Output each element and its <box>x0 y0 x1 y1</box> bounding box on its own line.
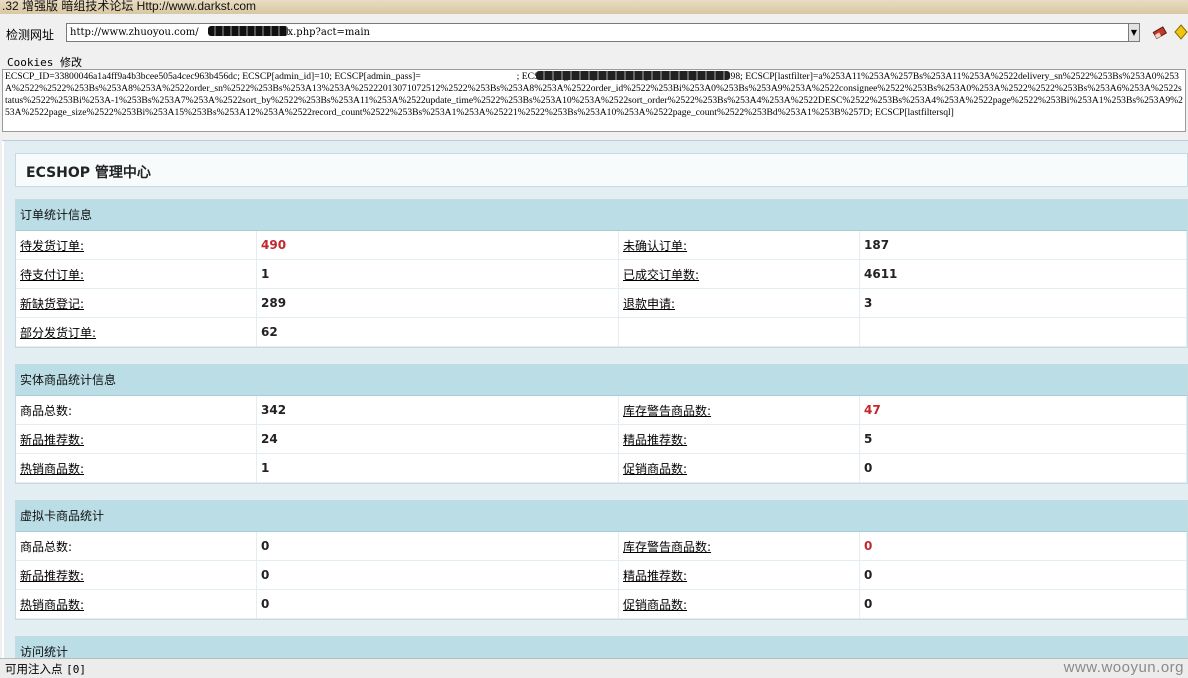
stat-value: 3 <box>859 288 1187 318</box>
stat-label-link[interactable]: 精品推荐数: <box>623 433 687 447</box>
watermark: www.wooyun.org <box>1063 659 1184 676</box>
table-row: 新缺货登记: 289 退款申请: 3 <box>16 288 1187 318</box>
stat-value: 342 <box>256 396 619 425</box>
stat-value: 0 <box>256 532 619 561</box>
stat-label-link[interactable]: 库存警告商品数: <box>623 404 711 418</box>
stat-value: 1 <box>256 453 619 483</box>
stat-value: 0 <box>859 589 1187 619</box>
stat-label-link[interactable]: 促销商品数: <box>623 598 687 612</box>
cookies-label: Cookies 修改 <box>7 56 82 69</box>
browser-view: ECSHOP 管理中心 订单统计信息 待发货订单: 490 未确认订单: 187… <box>2 140 1188 659</box>
stat-value: 289 <box>256 288 619 318</box>
stat-value: 47 <box>859 396 1187 425</box>
panel-heading: 订单统计信息 <box>16 200 1187 231</box>
stat-value: 0 <box>859 453 1187 483</box>
stat-value: 24 <box>256 424 619 454</box>
stat-value: 0 <box>256 560 619 590</box>
stat-label-link[interactable]: 库存警告商品数: <box>623 540 711 554</box>
stat-label-link[interactable]: 促销商品数: <box>623 462 687 476</box>
stat-label-link[interactable]: 精品推荐数: <box>623 569 687 583</box>
stat-label-link[interactable]: 未确认订单: <box>623 239 687 253</box>
injection-count: [0] <box>66 663 87 676</box>
stat-value: 62 <box>256 317 619 347</box>
panel-order-stats: 订单统计信息 待发货订单: 490 未确认订单: 187 待支付订单: 1 已成… <box>15 199 1188 348</box>
order-stats-table: 待发货订单: 490 未确认订单: 187 待支付订单: 1 已成交订单数: 4… <box>16 231 1187 347</box>
empty-cell <box>618 317 860 347</box>
url-dropdown-button[interactable]: ▼ <box>1128 23 1140 42</box>
injection-status: 可用注入点 [0] <box>5 661 86 677</box>
stat-value: 187 <box>859 231 1187 260</box>
table-row: 热销商品数: 0 促销商品数: 0 <box>16 589 1187 619</box>
injection-label: 可用注入点 <box>5 662 63 676</box>
stat-label-link[interactable]: 退款申请: <box>623 297 675 311</box>
stat-label-link[interactable]: 新品推荐数: <box>20 569 84 583</box>
table-row: 新品推荐数: 0 精品推荐数: 0 <box>16 560 1187 590</box>
table-row: 部分发货订单: 62 <box>16 317 1187 347</box>
stat-label-link[interactable]: 待发货订单: <box>20 239 84 253</box>
url-redaction <box>208 26 288 36</box>
panel-goods-stats: 实体商品统计信息 商品总数: 342 库存警告商品数: 47 新品推荐数: 24… <box>15 364 1188 484</box>
stat-label-link[interactable]: 已成交订单数: <box>623 268 699 282</box>
diamond-icon[interactable] <box>1174 24 1188 40</box>
stat-label-link[interactable]: 新品推荐数: <box>20 433 84 447</box>
stat-value: 5 <box>859 424 1187 454</box>
table-row: 热销商品数: 1 促销商品数: 0 <box>16 453 1187 483</box>
url-label: 检测网址 <box>6 28 55 42</box>
page-title: ECSHOP 管理中心 <box>26 165 151 181</box>
stat-label: 商品总数: <box>20 539 73 554</box>
stat-label-link[interactable]: 热销商品数: <box>20 462 84 476</box>
status-bar: 可用注入点 [0] www.wooyun.org <box>0 658 1188 678</box>
stat-label-link[interactable]: 部分发货订单: <box>20 326 96 340</box>
table-row: 待发货订单: 490 未确认订单: 187 <box>16 231 1187 260</box>
goods-stats-table: 商品总数: 342 库存警告商品数: 47 新品推荐数: 24 精品推荐数: 5… <box>16 396 1187 483</box>
panel-virtual-card-stats: 虚拟卡商品统计 商品总数: 0 库存警告商品数: 0 新品推荐数: 0 精品推荐… <box>15 500 1188 620</box>
stat-label-link[interactable]: 热销商品数: <box>20 598 84 612</box>
stat-value: 1 <box>256 259 619 289</box>
stat-value: 0 <box>859 532 1187 561</box>
panel-heading: 访问统计 <box>16 637 1187 659</box>
window-titlebar: .32 增强版 暗组技术论坛 Http://www.darkst.com <box>0 0 1188 14</box>
empty-cell <box>859 317 1187 347</box>
table-row: 商品总数: 342 库存警告商品数: 47 <box>16 396 1187 425</box>
stat-label: 商品总数: <box>20 403 73 418</box>
eraser-icon[interactable] <box>1152 24 1168 40</box>
cookie-redaction <box>536 71 730 80</box>
url-row: 检测网址 ▼ <box>0 20 1188 46</box>
table-row: 待支付订单: 1 已成交订单数: 4611 <box>16 259 1187 289</box>
stat-value: 490 <box>256 231 619 260</box>
stat-value: 0 <box>859 560 1187 590</box>
panel-heading: 虚拟卡商品统计 <box>16 501 1187 532</box>
stat-value: 4611 <box>859 259 1187 289</box>
page-header: ECSHOP 管理中心 <box>15 153 1188 187</box>
stat-label-link[interactable]: 待支付订单: <box>20 268 84 282</box>
table-row: 商品总数: 0 库存警告商品数: 0 <box>16 532 1187 561</box>
panel-heading: 实体商品统计信息 <box>16 365 1187 396</box>
panel-visit-stats: 访问统计 <box>15 636 1188 659</box>
table-row: 新品推荐数: 24 精品推荐数: 5 <box>16 424 1187 454</box>
window-title: .32 增强版 暗组技术论坛 Http://www.darkst.com <box>2 0 257 13</box>
stat-label-link[interactable]: 新缺货登记: <box>20 297 84 311</box>
virtual-card-stats-table: 商品总数: 0 库存警告商品数: 0 新品推荐数: 0 精品推荐数: 0 热销商… <box>16 532 1187 619</box>
stat-value: 0 <box>256 589 619 619</box>
